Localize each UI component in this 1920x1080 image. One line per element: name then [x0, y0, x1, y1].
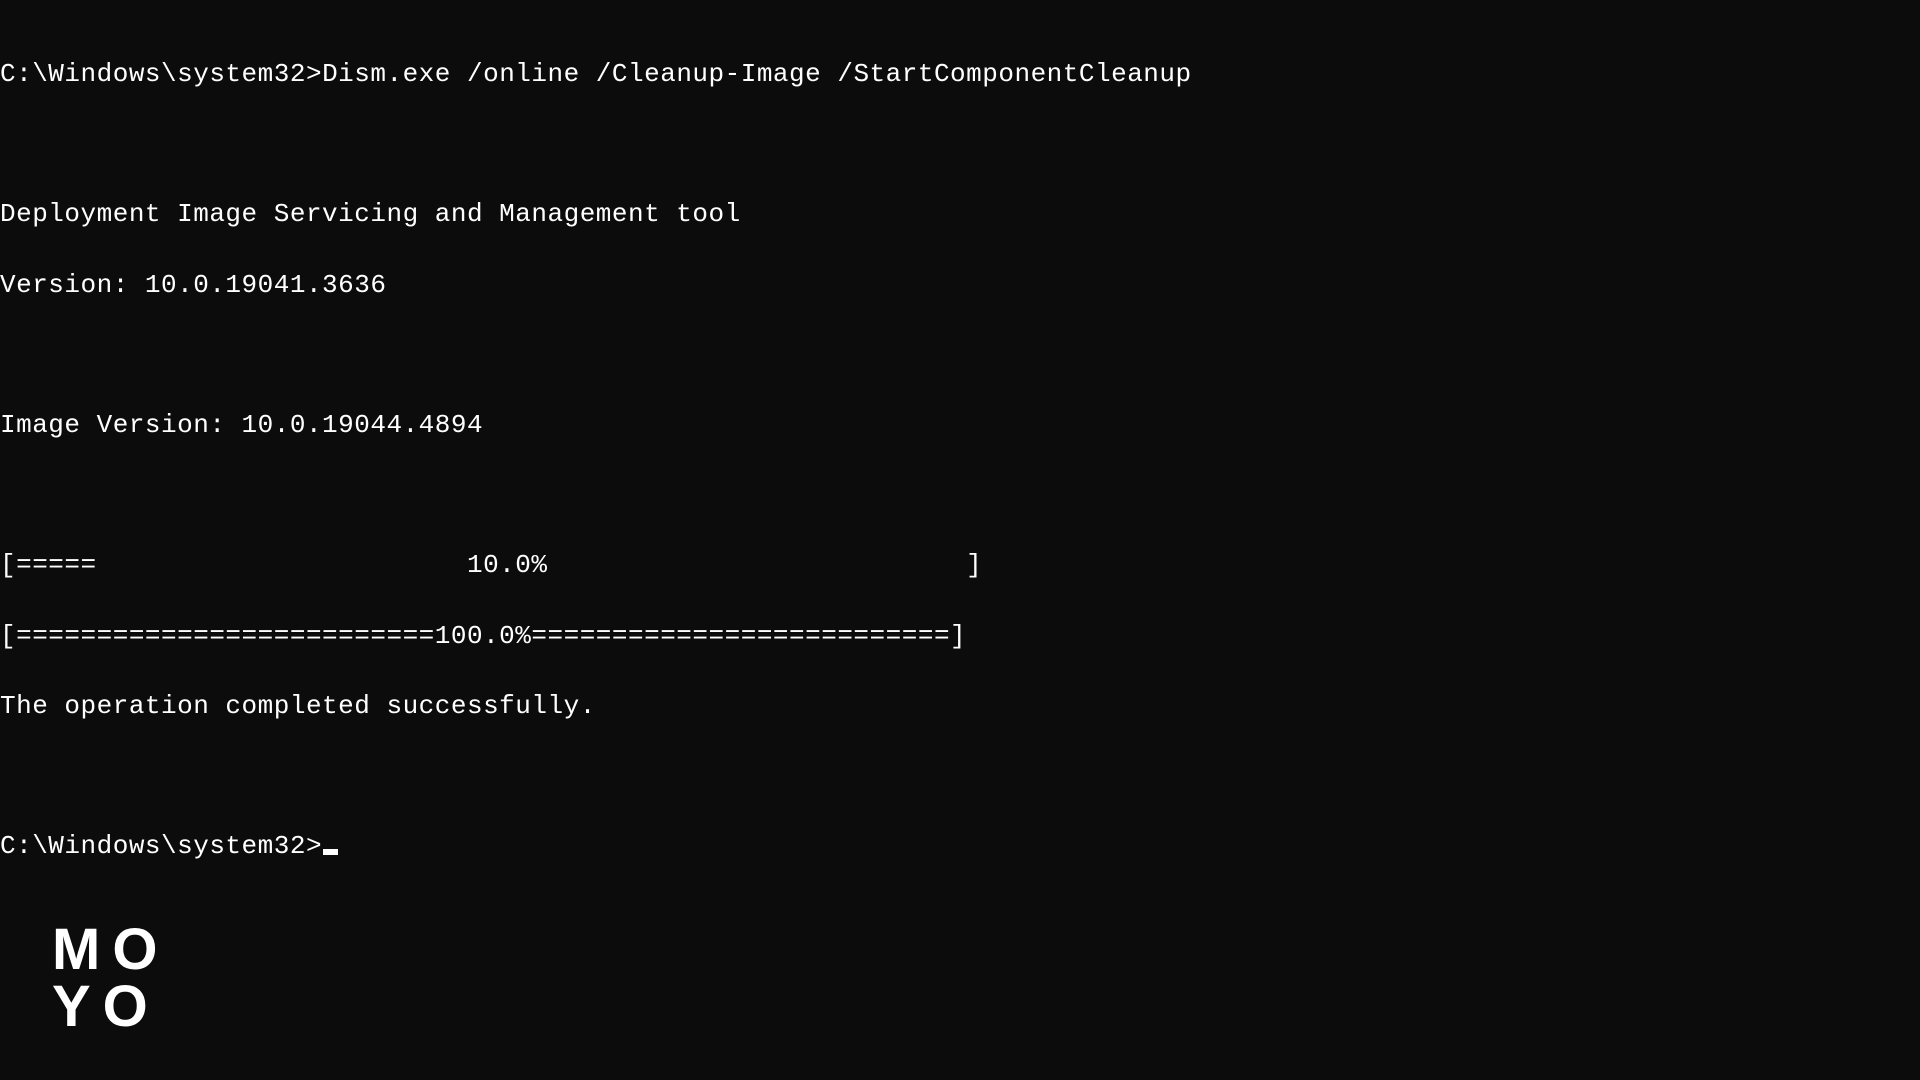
image-version-line: Image Version: 10.0.19044.4894	[0, 408, 1920, 443]
command-text: Dism.exe /online /Cleanup-Image /StartCo…	[322, 59, 1192, 89]
prompt: C:\Windows\system32>	[0, 831, 322, 861]
cursor-icon	[323, 849, 338, 855]
watermark-logo: MO YO	[52, 922, 169, 1036]
prompt-line: C:\Windows\system32>	[0, 829, 1920, 864]
blank-line	[0, 759, 1920, 794]
prompt: C:\Windows\system32>	[0, 59, 322, 89]
command-line: C:\Windows\system32>Dism.exe /online /Cl…	[0, 57, 1920, 92]
success-message: The operation completed successfully.	[0, 689, 1920, 724]
progress-bar-100: [==========================100.0%=======…	[0, 619, 1920, 654]
blank-line	[0, 478, 1920, 513]
terminal-output[interactable]: C:\Windows\system32>Dism.exe /online /Cl…	[0, 22, 1920, 899]
blank-line	[0, 338, 1920, 373]
version-line: Version: 10.0.19041.3636	[0, 268, 1920, 303]
watermark-line2: YO	[52, 979, 169, 1036]
progress-bar-10: [===== 10.0% ]	[0, 548, 1920, 583]
watermark-line1: MO	[52, 922, 169, 979]
blank-line	[0, 127, 1920, 162]
tool-name-line: Deployment Image Servicing and Managemen…	[0, 197, 1920, 232]
